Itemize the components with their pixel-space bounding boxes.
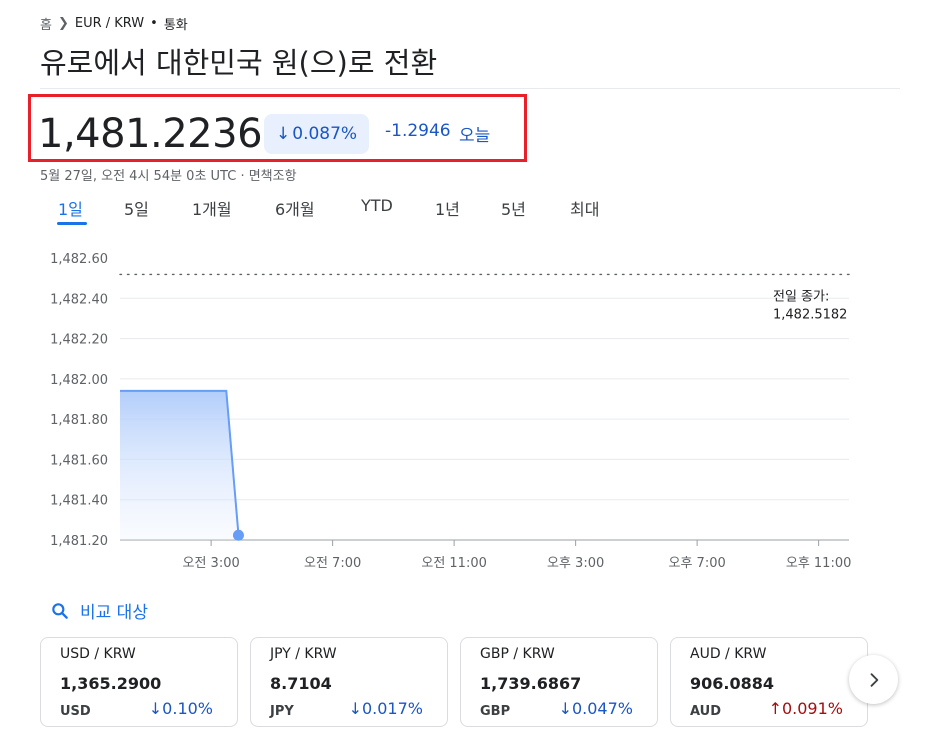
card-code: AUD: [690, 704, 722, 719]
chevron-right-icon: [870, 672, 878, 687]
tab-1d[interactable]: 1일: [58, 196, 83, 220]
card-pair: GBP / KRW: [480, 646, 555, 662]
timestamp-disclaimer[interactable]: 5월 27일, 오전 4시 54분 0초 UTC · 면책조항: [40, 165, 297, 184]
current-point-marker: [232, 529, 244, 541]
arrow-up-icon: ↑: [768, 699, 782, 718]
change-period-label: 오늘: [459, 126, 491, 146]
current-price: 1,481.2236: [38, 111, 263, 157]
previous-close-label: 전일 종가:: [773, 289, 829, 304]
tab-ytd[interactable]: YTD: [361, 196, 393, 215]
compare-card-gbp[interactable]: GBP / KRW 1,739.6867 GBP ↓0.047%: [460, 637, 658, 727]
y-tick-label: 1,482.40: [50, 292, 108, 307]
divider: [40, 88, 900, 89]
y-axis-labels: 1,482.60 1,482.40 1,482.20 1,482.00 1,481.80…: [50, 252, 108, 549]
change-percent-value: 0.087%: [292, 124, 358, 144]
tab-1m[interactable]: 1개월: [192, 196, 232, 220]
card-change: ↓0.017%: [349, 699, 423, 718]
card-rate: 1,365.2900: [60, 674, 162, 693]
card-rate: 1,739.6867: [480, 674, 582, 693]
y-tick-label: 1,481.80: [50, 413, 108, 428]
compare-card-aud[interactable]: AUD / KRW 906.0884 AUD ↑0.091%: [670, 637, 868, 727]
page-title: 유로에서 대한민국 원(으)로 전환: [40, 46, 438, 80]
tab-6m[interactable]: 6개월: [275, 196, 315, 220]
card-rate: 906.0884: [690, 674, 775, 693]
card-pair: USD / KRW: [60, 646, 136, 662]
y-tick-label: 1,482.20: [50, 333, 108, 348]
y-tick-label: 1,481.60: [50, 453, 108, 468]
next-cards-button[interactable]: [849, 655, 898, 704]
card-change: ↑0.091%: [769, 699, 843, 718]
card-pair: AUD / KRW: [690, 646, 767, 662]
y-tick-label: 1,482.60: [50, 252, 108, 267]
search-icon: [52, 602, 68, 619]
card-code: USD: [60, 704, 91, 719]
previous-close-value: 1,482.5182: [773, 307, 847, 322]
breadcrumb: 홈 ❯ EUR / KRW • 통화: [40, 14, 188, 33]
card-change-value: 0.047%: [571, 699, 633, 718]
chevron-right-icon: ❯: [57, 16, 69, 31]
card-code: GBP: [480, 704, 511, 719]
active-tab-indicator: [57, 222, 87, 225]
price-chart[interactable]: 전일 종가: 1,482.5182 1,482.60 1,482.40 1,482.2…: [0, 240, 927, 580]
tab-1y[interactable]: 1년: [435, 196, 460, 220]
breadcrumb-separator: •: [150, 16, 158, 31]
compare-card-jpy[interactable]: JPY / KRW 8.7104 JPY ↓0.017%: [250, 637, 448, 727]
y-tick-label: 1,481.40: [50, 494, 108, 509]
breadcrumb-pair: EUR / KRW: [74, 16, 145, 31]
card-rate: 8.7104: [270, 674, 332, 693]
breadcrumb-category: 통화: [163, 18, 188, 33]
x-axis-labels: 오전 3:00 오전 7:00 오전 11:00 오후 3:00 오후 7:00 오후 1…: [183, 540, 852, 571]
x-tick-label: 오전 7:00: [304, 556, 361, 571]
x-tick-label: 오후 3:00: [547, 556, 604, 571]
compare-card-usd[interactable]: USD / KRW 1,365.2900 USD ↓0.10%: [40, 637, 238, 727]
change-percent-badge: ↓ 0.087%: [264, 114, 370, 154]
compare-label: 비교 대상: [80, 603, 148, 623]
arrow-down-icon: ↓: [348, 699, 362, 718]
card-pair: JPY / KRW: [270, 646, 337, 662]
tab-5y[interactable]: 5년: [501, 196, 526, 220]
x-tick-label: 오후 7:00: [669, 556, 726, 571]
chart-area-layer: [120, 389, 244, 541]
x-tick-label: 오후 11:00: [786, 556, 852, 571]
y-tick-label: 1,482.00: [50, 373, 108, 388]
card-change-value: 0.017%: [361, 699, 423, 718]
arrow-down-icon: ↓: [276, 124, 291, 144]
card-change: ↓0.047%: [559, 699, 633, 718]
arrow-down-icon: ↓: [148, 699, 163, 718]
series-area: [120, 390, 239, 540]
card-change-value: 0.091%: [781, 699, 843, 718]
card-code: JPY: [270, 704, 294, 719]
chart-svg: 전일 종가: 1,482.5182 1,482.60 1,482.40 1,482.2…: [50, 252, 852, 571]
x-tick-label: 오전 11:00: [421, 556, 487, 571]
compare-button[interactable]: 비교 대상: [50, 598, 148, 623]
x-tick-label: 오전 3:00: [183, 556, 240, 571]
change-absolute: -1.2946: [385, 121, 451, 141]
arrow-down-icon: ↓: [558, 699, 572, 718]
breadcrumb-home-link[interactable]: 홈: [40, 14, 52, 33]
y-tick-label: 1,481.20: [50, 534, 108, 549]
card-change-value: 0.10%: [162, 699, 213, 718]
tab-5d[interactable]: 5일: [124, 196, 149, 220]
card-change: ↓0.10%: [149, 699, 213, 718]
tab-max[interactable]: 최대: [570, 196, 599, 220]
